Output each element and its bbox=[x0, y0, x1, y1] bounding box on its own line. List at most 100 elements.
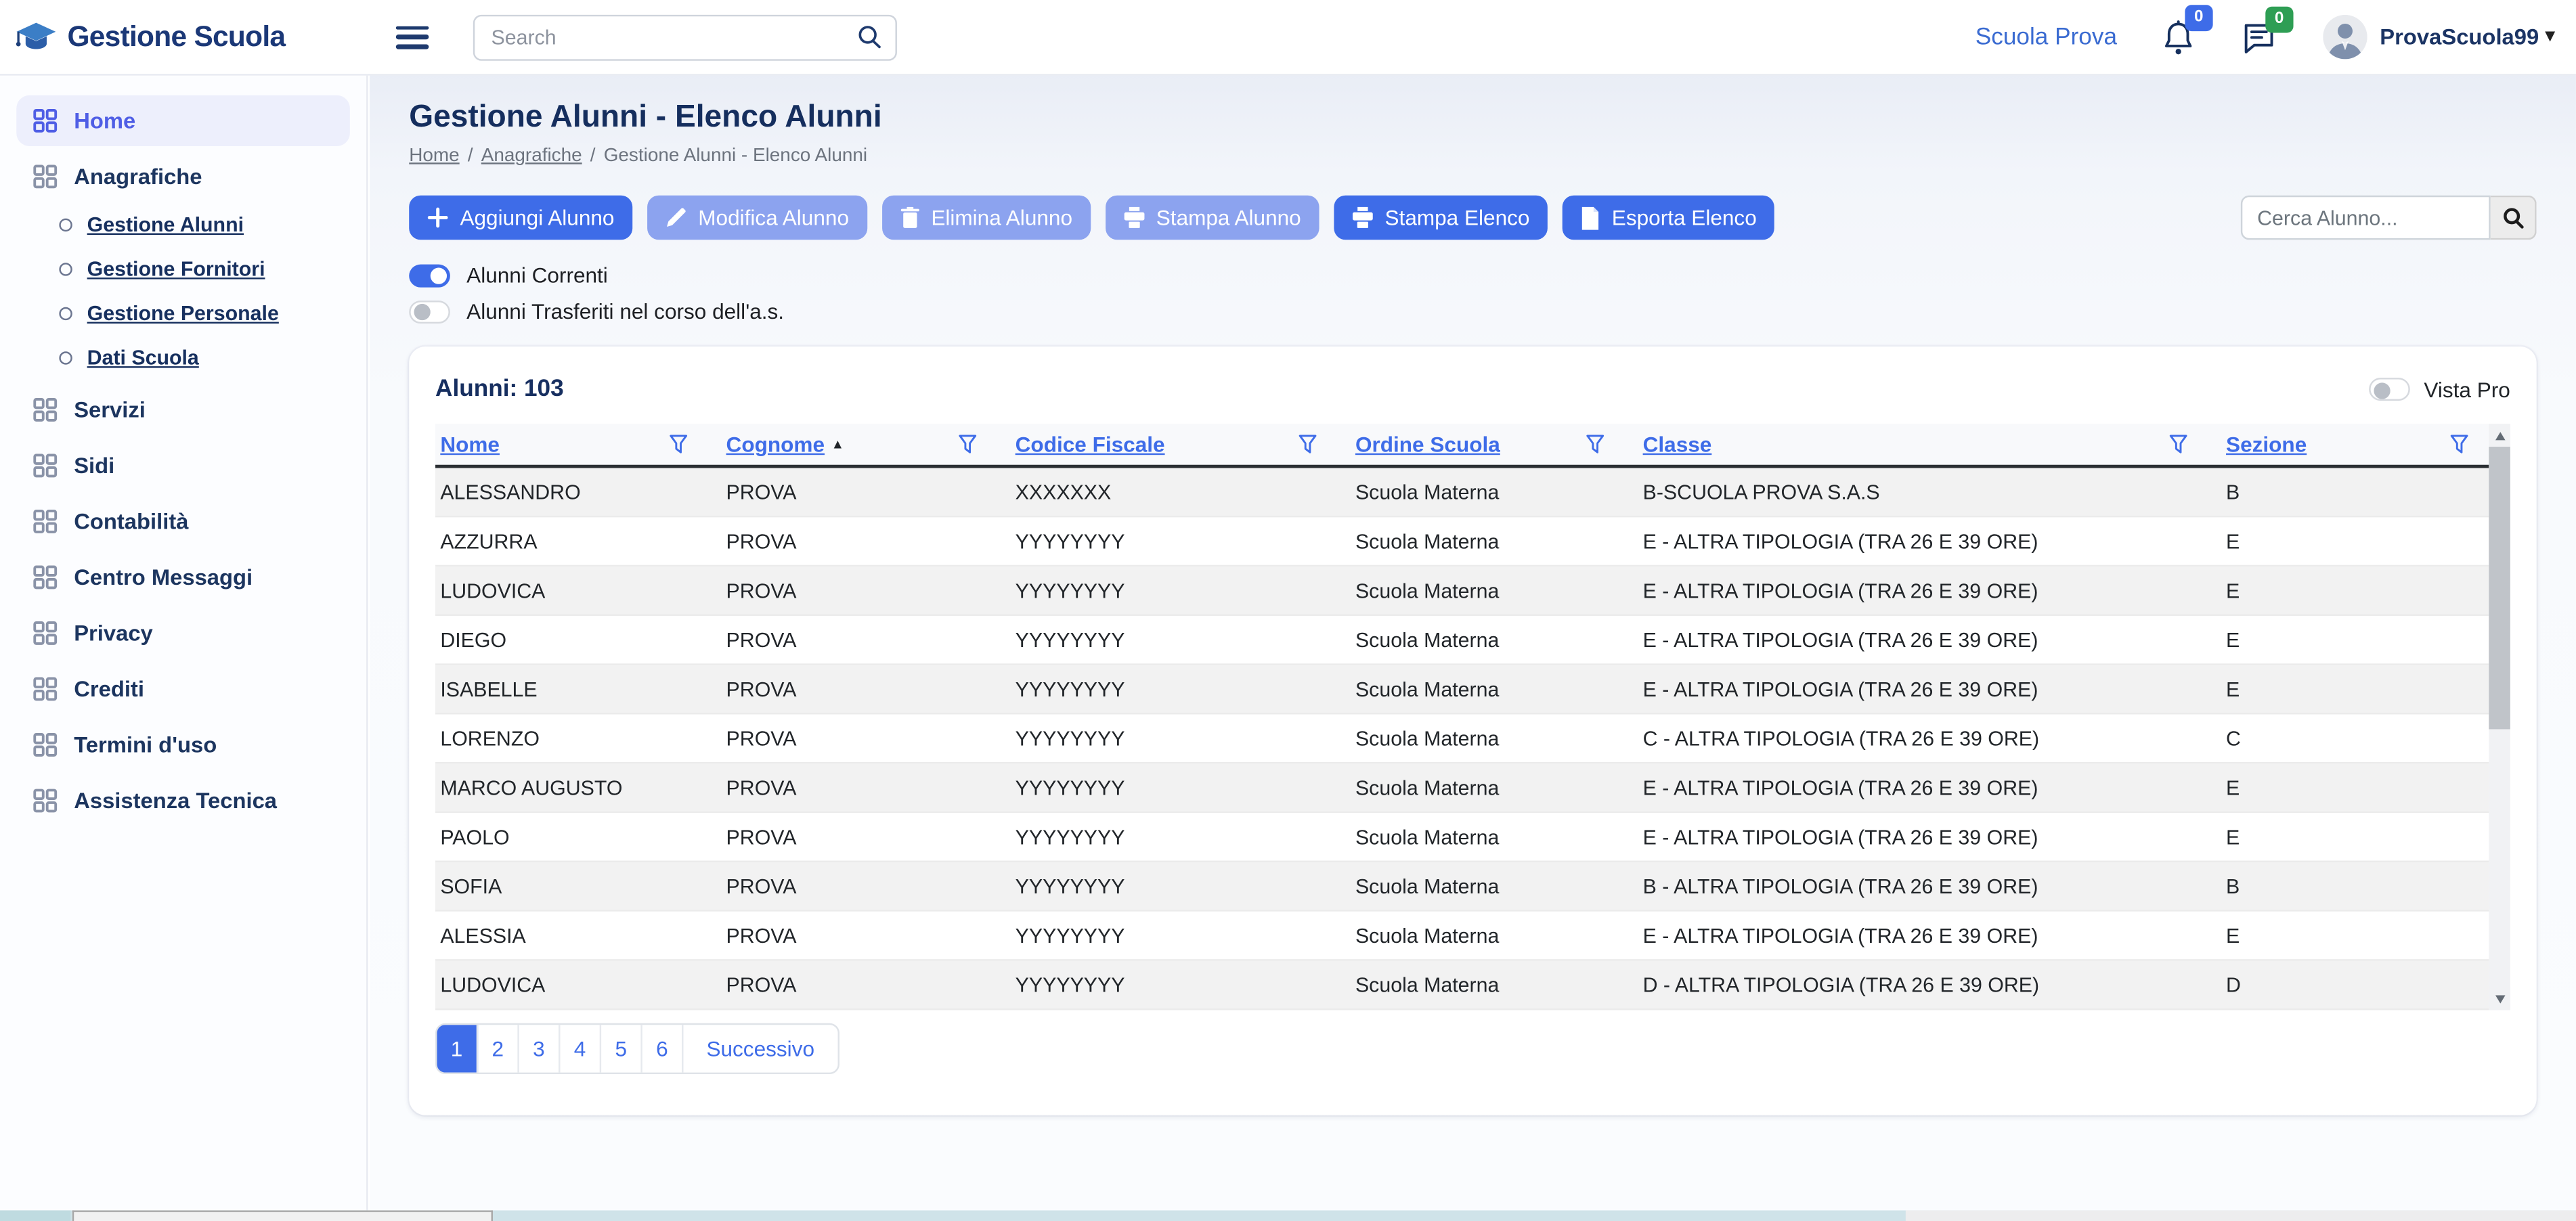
table-row[interactable]: MARCO AUGUSTOPROVAYYYYYYYYScuola Materna… bbox=[435, 763, 2489, 813]
table-row[interactable]: PAOLOPROVAYYYYYYYYScuola MaternaE - ALTR… bbox=[435, 813, 2489, 862]
avatar[interactable] bbox=[2322, 15, 2367, 60]
page-button-5[interactable]: 5 bbox=[601, 1025, 642, 1072]
filter-funnel-icon[interactable] bbox=[1586, 434, 1605, 456]
header-right: Scuola Prova 0 0 ProvaScuola99 ▾ bbox=[1975, 15, 2576, 60]
header-search-input[interactable] bbox=[488, 24, 858, 50]
sidebar-item-anagrafiche[interactable]: Anagrafiche bbox=[16, 151, 350, 202]
cell-sezione: E bbox=[2221, 825, 2489, 848]
sidebar-item-servizi[interactable]: Servizi bbox=[16, 384, 350, 435]
cell-ordine: Scuola Materna bbox=[1351, 579, 1638, 602]
elimina-alunno-button[interactable]: Elimina Alunno bbox=[882, 196, 1091, 240]
sidebar-subitem-gestione-alunni[interactable]: Gestione Alunni bbox=[59, 207, 350, 243]
filter-funnel-icon[interactable] bbox=[2168, 434, 2188, 456]
cell-cf: YYYYYYYY bbox=[1010, 530, 1350, 553]
hamburger-menu-icon[interactable] bbox=[396, 26, 429, 49]
button-label: Esporta Elenco bbox=[1612, 205, 1757, 229]
column-sort-link[interactable]: Nome bbox=[440, 432, 500, 456]
sidebar-item-label: Contabilità bbox=[74, 509, 188, 533]
table-row[interactable]: ALESSANDROPROVAXXXXXXXScuola MaternaB-SC… bbox=[435, 468, 2489, 518]
table-row[interactable]: SOFIAPROVAYYYYYYYYScuola MaternaB - ALTR… bbox=[435, 862, 2489, 912]
circle-bullet-icon bbox=[59, 219, 72, 231]
search-icon[interactable] bbox=[858, 24, 882, 49]
aggiungi-alunno-button[interactable]: Aggiungi Alunno bbox=[409, 196, 632, 240]
table-row[interactable]: LUDOVICAPROVAYYYYYYYYScuola MaternaD - A… bbox=[435, 961, 2489, 1011]
scroll-up-icon[interactable] bbox=[2489, 424, 2510, 447]
app-window: Gestione Scuola Scuola Prova 0 0 bbox=[0, 0, 2576, 1221]
cell-classe: E - ALTRA TIPOLOGIA (TRA 26 E 39 ORE) bbox=[1638, 825, 2221, 848]
table-row[interactable]: AZZURRAPROVAYYYYYYYYScuola MaternaE - AL… bbox=[435, 517, 2489, 567]
modifica-alunno-button[interactable]: Modifica Alunno bbox=[647, 196, 867, 240]
alunni-trasferiti-toggle[interactable] bbox=[409, 300, 450, 323]
user-menu[interactable]: ProvaScuola99 ▾ bbox=[2380, 24, 2554, 49]
stampa-alunno-button[interactable]: Stampa Alunno bbox=[1106, 196, 1319, 240]
column-header-cf: Codice Fiscale bbox=[1010, 432, 1350, 456]
table-scrollbar[interactable] bbox=[2489, 424, 2510, 1010]
cell-cognome: PROVA bbox=[721, 874, 1010, 897]
sidebar-item-contabilit[interactable]: Contabilità bbox=[16, 496, 350, 547]
column-sort-link[interactable]: Sezione bbox=[2226, 432, 2307, 456]
alunni-correnti-toggle[interactable] bbox=[409, 263, 450, 286]
page-button-4[interactable]: 4 bbox=[560, 1025, 601, 1072]
table-row[interactable]: ISABELLEPROVAYYYYYYYYScuola MaternaE - A… bbox=[435, 665, 2489, 715]
sidebar-item-privacy[interactable]: Privacy bbox=[16, 608, 350, 659]
filter-funnel-icon[interactable] bbox=[669, 434, 689, 456]
vista-pro-toggle[interactable] bbox=[2370, 378, 2411, 401]
student-search-input[interactable] bbox=[2241, 196, 2491, 240]
messages-badge: 0 bbox=[2266, 5, 2293, 32]
filter-funnel-icon[interactable] bbox=[2449, 434, 2469, 456]
scrollbar-thumb[interactable] bbox=[2489, 447, 2510, 729]
cell-ordine: Scuola Materna bbox=[1351, 727, 1638, 750]
school-link[interactable]: Scuola Prova bbox=[1975, 24, 2117, 50]
page-button-2[interactable]: 2 bbox=[478, 1025, 519, 1072]
sidebar-item-centro-messaggi[interactable]: Centro Messaggi bbox=[16, 552, 350, 602]
toolbar: Aggiungi Alunno Modifica Alunno Elimina Al… bbox=[409, 196, 2536, 240]
sidebar-item-label: Crediti bbox=[74, 677, 144, 701]
sidebar-item-home[interactable]: Home bbox=[16, 95, 350, 146]
page-button-6[interactable]: 6 bbox=[642, 1025, 684, 1072]
username: ProvaScuola99 bbox=[2380, 24, 2539, 49]
brand[interactable]: Gestione Scuola bbox=[0, 19, 368, 55]
toggle-row-current: Alunni Correnti bbox=[409, 263, 2536, 287]
filter-funnel-icon[interactable] bbox=[958, 434, 978, 456]
header-search bbox=[473, 14, 897, 60]
breadcrumb-home[interactable]: Home bbox=[409, 146, 459, 166]
students-panel: Alunni: 103 Vista Pro NomeCognome▲Codice… bbox=[409, 347, 2536, 1115]
cell-sezione: D bbox=[2221, 973, 2489, 996]
grid-icon bbox=[33, 108, 58, 133]
cell-cognome: PROVA bbox=[721, 481, 1010, 504]
sidebar-item-assistenza-tecnica[interactable]: Assistenza Tecnica bbox=[16, 775, 350, 826]
sidebar-item-termini-d-uso[interactable]: Termini d'uso bbox=[16, 719, 350, 770]
page-button-1[interactable]: 1 bbox=[437, 1025, 478, 1072]
column-sort-link[interactable]: Classe bbox=[1643, 432, 1712, 456]
stampa-elenco-button[interactable]: Stampa Elenco bbox=[1334, 196, 1548, 240]
student-search-button[interactable] bbox=[2491, 196, 2537, 240]
breadcrumb-anagrafiche[interactable]: Anagrafiche bbox=[481, 146, 582, 166]
esporta-elenco-button[interactable]: Esporta Elenco bbox=[1563, 196, 1774, 240]
column-sort-link[interactable]: Ordine Scuola bbox=[1355, 432, 1500, 456]
cell-cf: XXXXXXX bbox=[1010, 481, 1350, 504]
column-header-classe: Classe bbox=[1638, 432, 2221, 456]
next-page-button[interactable]: Successivo bbox=[683, 1025, 837, 1072]
sidebar-subitem-gestione-personale[interactable]: Gestione Personale bbox=[59, 296, 350, 332]
caret-down-icon: ▾ bbox=[2546, 28, 2554, 46]
sidebar-item-label: Centro Messaggi bbox=[74, 565, 253, 590]
messages-button[interactable]: 0 bbox=[2242, 20, 2275, 53]
grid-icon bbox=[33, 453, 58, 478]
table-row[interactable]: LORENZOPROVAYYYYYYYYScuola MaternaC - AL… bbox=[435, 715, 2489, 764]
filter-funnel-icon[interactable] bbox=[1298, 434, 1317, 456]
table-row[interactable]: DIEGOPROVAYYYYYYYYScuola MaternaE - ALTR… bbox=[435, 616, 2489, 665]
column-sort-link[interactable]: Codice Fiscale bbox=[1016, 432, 1165, 456]
circle-bullet-icon bbox=[59, 307, 72, 320]
vista-pro-label: Vista Pro bbox=[2424, 377, 2510, 401]
page-button-3[interactable]: 3 bbox=[519, 1025, 561, 1072]
sidebar-subitem-gestione-fornitori[interactable]: Gestione Fornitori bbox=[59, 251, 350, 287]
cell-sezione: B bbox=[2221, 874, 2489, 897]
sidebar-item-sidi[interactable]: Sidi bbox=[16, 440, 350, 491]
scroll-down-icon[interactable] bbox=[2489, 987, 2510, 1010]
column-sort-link[interactable]: Cognome bbox=[726, 432, 825, 456]
notifications-button[interactable]: 0 bbox=[2162, 19, 2195, 55]
table-row[interactable]: LUDOVICAPROVAYYYYYYYYScuola MaternaE - A… bbox=[435, 567, 2489, 616]
sidebar-item-crediti[interactable]: Crediti bbox=[16, 663, 350, 714]
table-row[interactable]: ALESSIAPROVAYYYYYYYYScuola MaternaE - AL… bbox=[435, 912, 2489, 961]
sidebar-subitem-dati-scuola[interactable]: Dati Scuola bbox=[59, 340, 350, 376]
